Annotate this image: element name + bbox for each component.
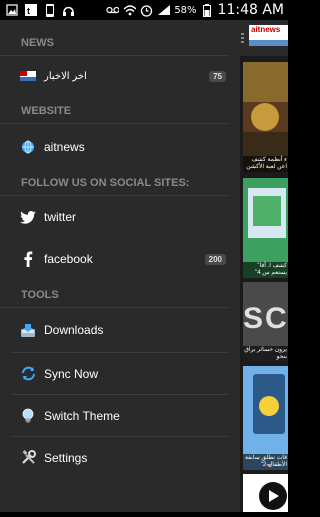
headphones-icon [62, 4, 75, 17]
drawer-toggle-icon [241, 33, 244, 35]
settings-icon [20, 450, 36, 466]
drawer-item-switch-theme[interactable]: Switch Theme [0, 395, 240, 436]
drawer-item-sync-now[interactable]: Sync Now [0, 353, 240, 394]
downloads-icon [20, 322, 36, 338]
navigation-drawer: NEWS اخر الاخبار 75 WEBSITE aitnews FOLL… [0, 20, 240, 512]
logo-subtitle-bar [249, 40, 288, 46]
facebook-icon [20, 251, 36, 267]
count-badge: 75 [209, 70, 226, 82]
drawer-item-label: Downloads [44, 323, 104, 337]
status-time: 11:48 AM [217, 2, 284, 18]
aitnews-logo-icon [20, 68, 36, 84]
news-thumbnail [243, 474, 288, 512]
drawer-item-label: Sync Now [44, 366, 99, 381]
aitnews-logo: aitnews [249, 25, 288, 41]
alarm-icon [140, 4, 153, 17]
more-indicator-icon [266, 464, 272, 467]
twitter-icon [20, 209, 36, 225]
section-header-social: FOLLOW US ON SOCIAL SITES: [0, 170, 228, 196]
ait-icon: t [24, 4, 37, 17]
section-header-news: NEWS [0, 20, 228, 56]
news-card[interactable]: قات تطلق سابقة الأطفال 2" [243, 366, 288, 470]
sync-icon [20, 366, 36, 382]
image-icon [5, 4, 18, 17]
news-caption: قات تطلق سابقة الأطفال 2" [243, 454, 288, 470]
svg-text:t: t [27, 6, 30, 16]
drawer-item-label: Switch Theme [44, 408, 120, 423]
drawer-item-label: aitnews [44, 140, 85, 154]
app-toolbar: aitnews [240, 20, 288, 56]
drawer-item-facebook[interactable]: facebook 200 [0, 238, 240, 280]
status-bar: t 58% 11:48 AM [0, 0, 288, 20]
wifi-icon [123, 4, 137, 17]
drawer-item-label: twitter [44, 210, 77, 224]
phone-icon [43, 3, 56, 17]
svg-text:S: S [243, 302, 263, 335]
news-caption: كشف ا. أقا" يستعم س 4" [243, 262, 288, 278]
section-header-tools: TOOLS [0, 280, 228, 308]
drawer-item-settings[interactable]: Settings [0, 437, 240, 478]
status-left-icons: t [0, 3, 75, 17]
signal-icon [157, 4, 171, 17]
news-caption: ء أنظمة كشف اعن لعبة الأكشن [243, 156, 288, 172]
main-content-peek[interactable]: aitnews ء أنظمة كشف اعن لعبة الأكشن كشف … [240, 20, 288, 512]
section-header-website: WEBSITE [0, 96, 228, 124]
status-right: 58% 11:48 AM [106, 2, 288, 18]
news-caption: يرون خسائر براق بنحو [243, 346, 288, 362]
drawer-item-aitnews[interactable]: aitnews [0, 124, 240, 170]
battery-percent: 58% [174, 4, 197, 16]
battery-icon [201, 3, 214, 17]
drawer-item-label: Settings [44, 450, 88, 465]
svg-text:C: C [265, 302, 287, 335]
globe-icon [20, 139, 36, 155]
news-card[interactable]: كشف ا. أقا" يستعم س 4" [243, 178, 288, 278]
news-card[interactable]: SC يرون خسائر براق بنحو [243, 282, 288, 362]
drawer-item-downloads[interactable]: Downloads [0, 308, 240, 352]
lightbulb-icon [20, 408, 36, 424]
drawer-item-latest-news[interactable]: اخر الاخبار 75 [0, 56, 240, 96]
news-card[interactable] [243, 474, 288, 512]
voicemail-icon [106, 4, 120, 17]
news-card[interactable]: ء أنظمة كشف اعن لعبة الأكشن [243, 62, 288, 172]
drawer-item-twitter[interactable]: twitter [0, 196, 240, 238]
count-badge: 200 [204, 253, 226, 265]
